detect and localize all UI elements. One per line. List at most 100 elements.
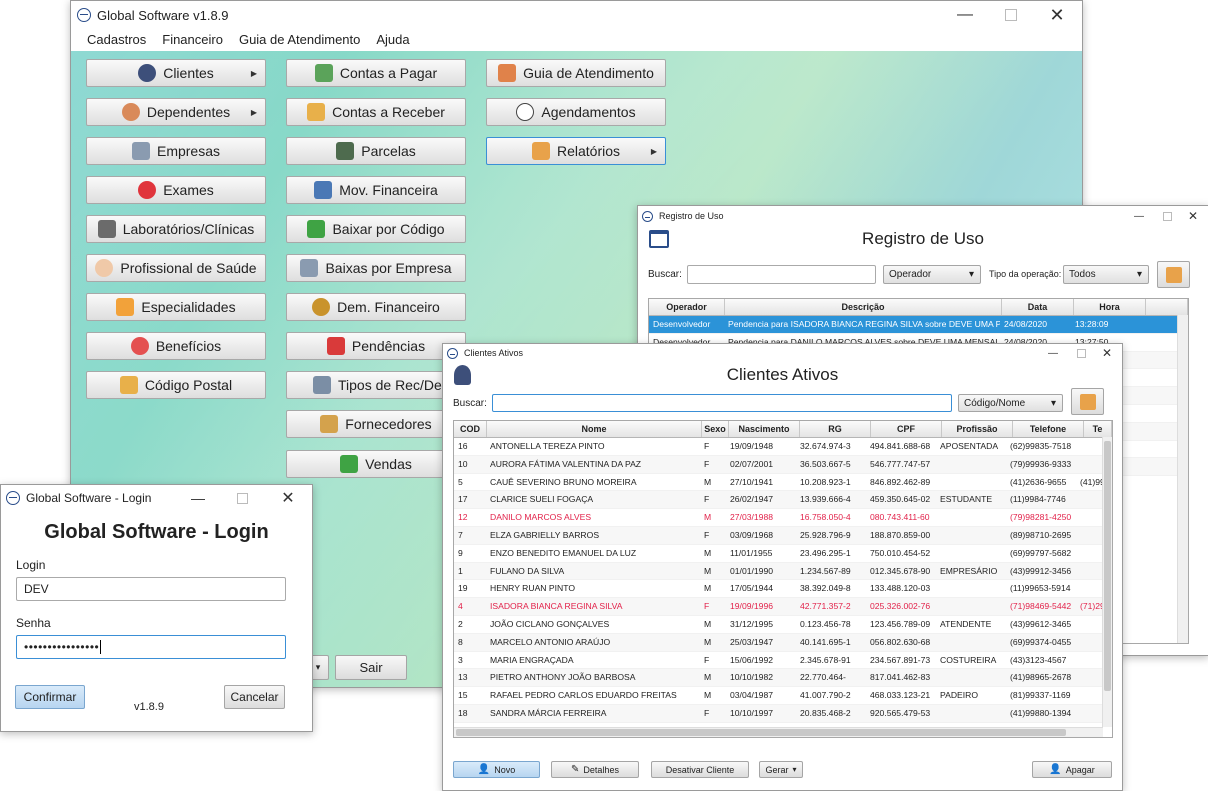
agendamentos-button[interactable]: Agendamentos (486, 98, 666, 126)
registro-search-input[interactable] (687, 265, 876, 284)
receive-money-icon (307, 103, 326, 121)
operador-combo[interactable]: Operador (883, 265, 981, 284)
clientes-heading: Clientes Ativos (726, 365, 839, 384)
cell-rg: 16.758.050-4 (800, 512, 851, 523)
table-row[interactable]: 8 MARCELO ANTONIO ARAÚJO M 25/03/1947 40.141… (454, 633, 1112, 652)
login-input[interactable]: DEV (16, 577, 286, 601)
guia-de-atendimento-button[interactable]: Guia de Atendimento (486, 59, 666, 87)
tipo-operacao-combo[interactable]: Todos (1063, 265, 1149, 284)
contas-a-receber-button[interactable]: Contas a Receber (286, 98, 466, 126)
table-row[interactable]: 19 HENRY RUAN PINTO M 17/05/1944 38.392.049-… (454, 580, 1112, 599)
menu-guia-de-atendimento[interactable]: Guia de Atendimento (231, 30, 368, 50)
scrollbar-thumb[interactable] (456, 729, 1066, 736)
col-profissao[interactable]: Profissão (942, 421, 1013, 437)
relatorios-button[interactable]: Relatórios ▶ (486, 137, 666, 165)
registro-table-header: Operador Descrição Data Hora (649, 299, 1188, 316)
close-button[interactable]: ✕ (268, 485, 308, 511)
desativar-cliente-button[interactable]: Desativar Cliente (651, 761, 749, 778)
menu-cadastros[interactable]: Cadastros (79, 30, 154, 50)
col-cod[interactable]: COD (454, 421, 487, 437)
codigo-nome-combo[interactable]: Código/Nome (958, 394, 1063, 412)
tipos-rec-desp-button[interactable]: Tipos de Rec/Desp (286, 371, 466, 399)
maximize-button[interactable] (988, 1, 1034, 29)
mov-financeira-button[interactable]: Mov. Financeira (286, 176, 466, 204)
table-row[interactable]: 3 MARIA ENGRAÇADA F 15/06/1992 2.345.678-91 2… (454, 652, 1112, 670)
vendas-button[interactable]: Vendas (286, 450, 466, 478)
horizontal-scrollbar[interactable] (454, 727, 1103, 737)
empresas-button[interactable]: Empresas (86, 137, 266, 165)
col-hora[interactable]: Hora (1074, 299, 1146, 315)
close-button[interactable]: ✕ (1180, 206, 1206, 226)
table-row[interactable]: 9 ENZO BENEDITO EMANUEL DA LUZ M 11/01/1955… (454, 545, 1112, 563)
table-row[interactable]: 7 ELZA GABRIELLY BARROS F 03/09/1968 25.928.… (454, 526, 1112, 545)
close-button[interactable]: ✕ (1094, 344, 1120, 362)
col-operador[interactable]: Operador (649, 299, 725, 315)
menu-ajuda[interactable]: Ajuda (368, 30, 417, 50)
cell-nome: PIETRO ANTHONY JOÃO BARBOSA (490, 672, 636, 683)
col-telefone[interactable]: Telefone (1013, 421, 1084, 437)
confirmar-button[interactable]: Confirmar (15, 685, 85, 709)
maximize-button[interactable] (1068, 344, 1094, 362)
col-nome[interactable]: Nome (487, 421, 702, 437)
table-row[interactable]: 13 PIETRO ANTHONY JOÃO BARBOSA M 10/10/1982… (454, 669, 1112, 688)
minimize-button[interactable]: — (178, 485, 218, 511)
col-cpf[interactable]: CPF (871, 421, 942, 437)
fornecedores-button[interactable]: Fornecedores (286, 410, 466, 438)
apagar-button[interactable]: 👤 Apagar (1032, 761, 1112, 778)
password-input[interactable]: •••••••••••••••• (16, 635, 286, 659)
minimize-button[interactable]: — (1040, 344, 1066, 362)
table-row[interactable]: 1 FULANO DA SILVA M 01/01/1990 1.234.567-89 0… (454, 562, 1112, 581)
beneficios-button[interactable]: Benefícios (86, 332, 266, 360)
sair-button[interactable]: Sair (335, 655, 407, 680)
col-nascimento[interactable]: Nascimento (729, 421, 800, 437)
table-row[interactable]: 4 ISADORA BIANCA REGINA SILVA F 19/09/1996 4… (454, 598, 1112, 616)
baixas-por-empresa-button[interactable]: Baixas por Empresa (286, 254, 466, 282)
table-row[interactable]: 2 JOÃO CICLANO GONÇALVES M 31/12/1995 0.123.… (454, 616, 1112, 634)
maximize-button[interactable] (222, 485, 262, 511)
table-row[interactable]: 12 DANILO MARCOS ALVES M 27/03/1988 16.758.0… (454, 509, 1112, 527)
table-row[interactable]: 10 AURORA FÁTIMA VALENTINA DA PAZ F 02/07/2… (454, 455, 1112, 474)
laboratorios-button[interactable]: Laboratórios/Clínicas (86, 215, 266, 243)
dem-financeiro-button[interactable]: Dem. Financeiro (286, 293, 466, 321)
cell-nome: CAUÊ SEVERINO BRUNO MOREIRA (490, 476, 637, 487)
detalhes-button[interactable]: ✎ Detalhes (551, 761, 639, 778)
contas-a-pagar-button[interactable]: Contas a Pagar (286, 59, 466, 87)
col-data[interactable]: Data (1002, 299, 1074, 315)
table-row[interactable]: 18 SANDRA MÁRCIA FERREIRA F 10/10/1997 20.83… (454, 704, 1112, 723)
report-button[interactable] (1157, 261, 1190, 288)
vertical-scrollbar[interactable] (1177, 315, 1188, 643)
col-sexo[interactable]: Sexo (702, 421, 729, 437)
parcelas-button[interactable]: Parcelas (286, 137, 466, 165)
especialidades-button[interactable]: Especialidades (86, 293, 266, 321)
dependentes-button[interactable]: Dependentes ▶ (86, 98, 266, 126)
col-telefone2[interactable]: Te (1084, 421, 1112, 437)
scrollbar-thumb[interactable] (1104, 441, 1111, 691)
close-button[interactable]: ✕ (1034, 1, 1080, 29)
pendencias-button[interactable]: Pendências (286, 332, 466, 360)
clientes-button[interactable]: Clientes ▶ (86, 59, 266, 87)
registro-window-title: Registro de Uso (659, 211, 724, 221)
baixar-por-codigo-button[interactable]: Baixar por Código (286, 215, 466, 243)
table-row[interactable]: 16 ANTONELLA TEREZA PINTO F 19/09/1948 32.67… (454, 438, 1112, 456)
profissional-de-saude-button[interactable]: Profissional de Saúde (86, 254, 266, 282)
clientes-search-input[interactable] (492, 394, 952, 412)
map-pin-icon (119, 376, 138, 394)
table-row[interactable]: Desenvolvedor Pendencia para ISADORA BIA… (649, 316, 1188, 334)
clientes-table-body: 16 ANTONELLA TEREZA PINTO F 19/09/1948 32.67… (454, 438, 1112, 737)
maximize-button[interactable] (1154, 206, 1180, 226)
novo-button[interactable]: 👤 Novo (453, 761, 540, 778)
codigo-postal-button[interactable]: Código Postal (86, 371, 266, 399)
exames-button[interactable]: Exames (86, 176, 266, 204)
minimize-button[interactable]: — (1126, 206, 1152, 226)
cancelar-button[interactable]: Cancelar (224, 685, 285, 709)
col-rg[interactable]: RG (800, 421, 871, 437)
menu-financeiro[interactable]: Financeiro (154, 30, 231, 50)
table-row[interactable]: 5 CAUÊ SEVERINO BRUNO MOREIRA M 27/10/1941 1… (454, 474, 1112, 492)
report-button[interactable] (1071, 388, 1104, 415)
table-row[interactable]: 15 RAFAEL PEDRO CARLOS EDUARDO FREITAS M 03… (454, 687, 1112, 705)
table-row[interactable]: 17 CLARICE SUELI FOGAÇA F 26/02/1947 13.939.… (454, 491, 1112, 510)
vertical-scrollbar[interactable] (1102, 437, 1112, 727)
gerar-button[interactable]: Gerar ▾ (759, 761, 803, 778)
minimize-button[interactable]: — (942, 1, 988, 29)
col-descricao[interactable]: Descrição (725, 299, 1002, 315)
